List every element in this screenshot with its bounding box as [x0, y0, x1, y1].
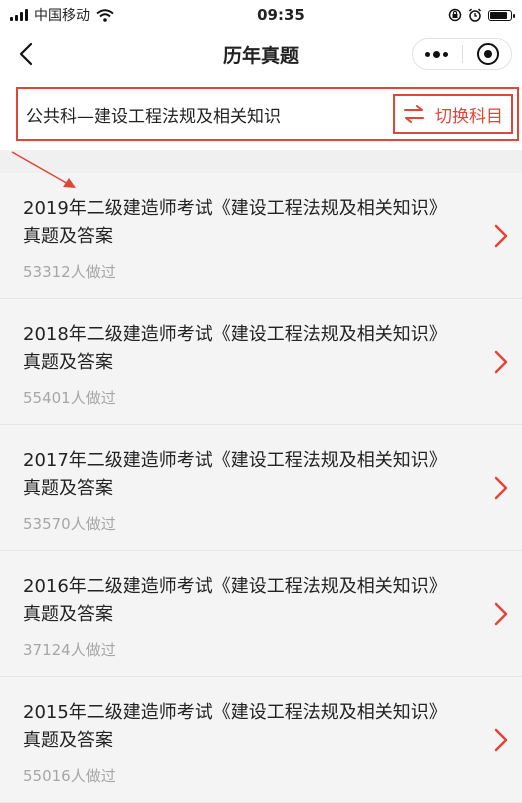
paper-item-2017[interactable]: 2017年二级建造师考试《建设工程法规及相关知识》真题及答案 53570人做过: [0, 425, 522, 551]
navigation-bar: 历年真题: [0, 30, 522, 78]
status-time: 09:35: [257, 6, 305, 24]
carrier-label: 中国移动: [34, 8, 90, 24]
battery-icon: [488, 9, 515, 21]
paper-attempt-count: 55401人做过: [23, 389, 116, 407]
chevron-right-icon: [494, 350, 508, 373]
paper-item-2019[interactable]: 2019年二级建造师考试《建设工程法规及相关知识》真题及答案 53312人做过: [0, 173, 522, 299]
status-bar: 中国移动 09:35: [0, 0, 522, 30]
mini-program-capsule: [412, 38, 512, 70]
status-left: 中国移动: [10, 5, 114, 25]
signal-icon: [10, 9, 28, 21]
subject-bar: 公共科—建设工程法规及相关知识 切换科目: [0, 78, 522, 150]
more-button[interactable]: [425, 50, 448, 58]
chevron-right-icon: [494, 476, 508, 499]
paper-title: 2019年二级建造师考试《建设工程法规及相关知识》真题及答案: [23, 198, 438, 247]
section-divider: [0, 150, 522, 173]
chevron-left-icon: [19, 42, 33, 66]
chevron-right-icon: [494, 602, 508, 625]
subject-highlight-box: 公共科—建设工程法规及相关知识 切换科目: [16, 87, 519, 141]
paper-attempt-count: 55016人做过: [23, 767, 116, 785]
rotation-lock-icon: [448, 8, 462, 22]
status-right: [448, 8, 515, 22]
paper-attempt-count: 53570人做过: [23, 515, 116, 533]
wifi-icon: [96, 8, 114, 22]
paper-attempt-count: 53312人做过: [23, 263, 116, 281]
paper-attempt-count: 37124人做过: [23, 641, 116, 659]
current-subject: 公共科—建设工程法规及相关知识: [26, 106, 281, 127]
switch-subject-button[interactable]: 切换科目: [393, 94, 513, 134]
paper-list: 2019年二级建造师考试《建设工程法规及相关知识》真题及答案 53312人做过 …: [0, 173, 522, 803]
switch-subject-label: 切换科目: [435, 106, 503, 127]
paper-item-2016[interactable]: 2016年二级建造师考试《建设工程法规及相关知识》真题及答案 37124人做过: [0, 551, 522, 677]
chevron-right-icon: [494, 728, 508, 751]
back-button[interactable]: [12, 40, 40, 68]
paper-title: 2015年二级建造师考试《建设工程法规及相关知识》真题及答案: [23, 702, 438, 751]
capsule-divider: [462, 45, 463, 63]
chevron-right-icon: [494, 224, 508, 247]
close-mini-program-button[interactable]: [477, 43, 499, 65]
paper-item-2015[interactable]: 2015年二级建造师考试《建设工程法规及相关知识》真题及答案 55016人做过: [0, 677, 522, 803]
paper-title: 2016年二级建造师考试《建设工程法规及相关知识》真题及答案: [23, 576, 438, 625]
paper-title: 2017年二级建造师考试《建设工程法规及相关知识》真题及答案: [23, 450, 438, 499]
alarm-icon: [468, 8, 482, 22]
paper-title: 2018年二级建造师考试《建设工程法规及相关知识》真题及答案: [23, 324, 438, 373]
page-title: 历年真题: [222, 44, 299, 67]
swap-arrows-icon: [404, 105, 424, 123]
paper-item-2018[interactable]: 2018年二级建造师考试《建设工程法规及相关知识》真题及答案 55401人做过: [0, 299, 522, 425]
